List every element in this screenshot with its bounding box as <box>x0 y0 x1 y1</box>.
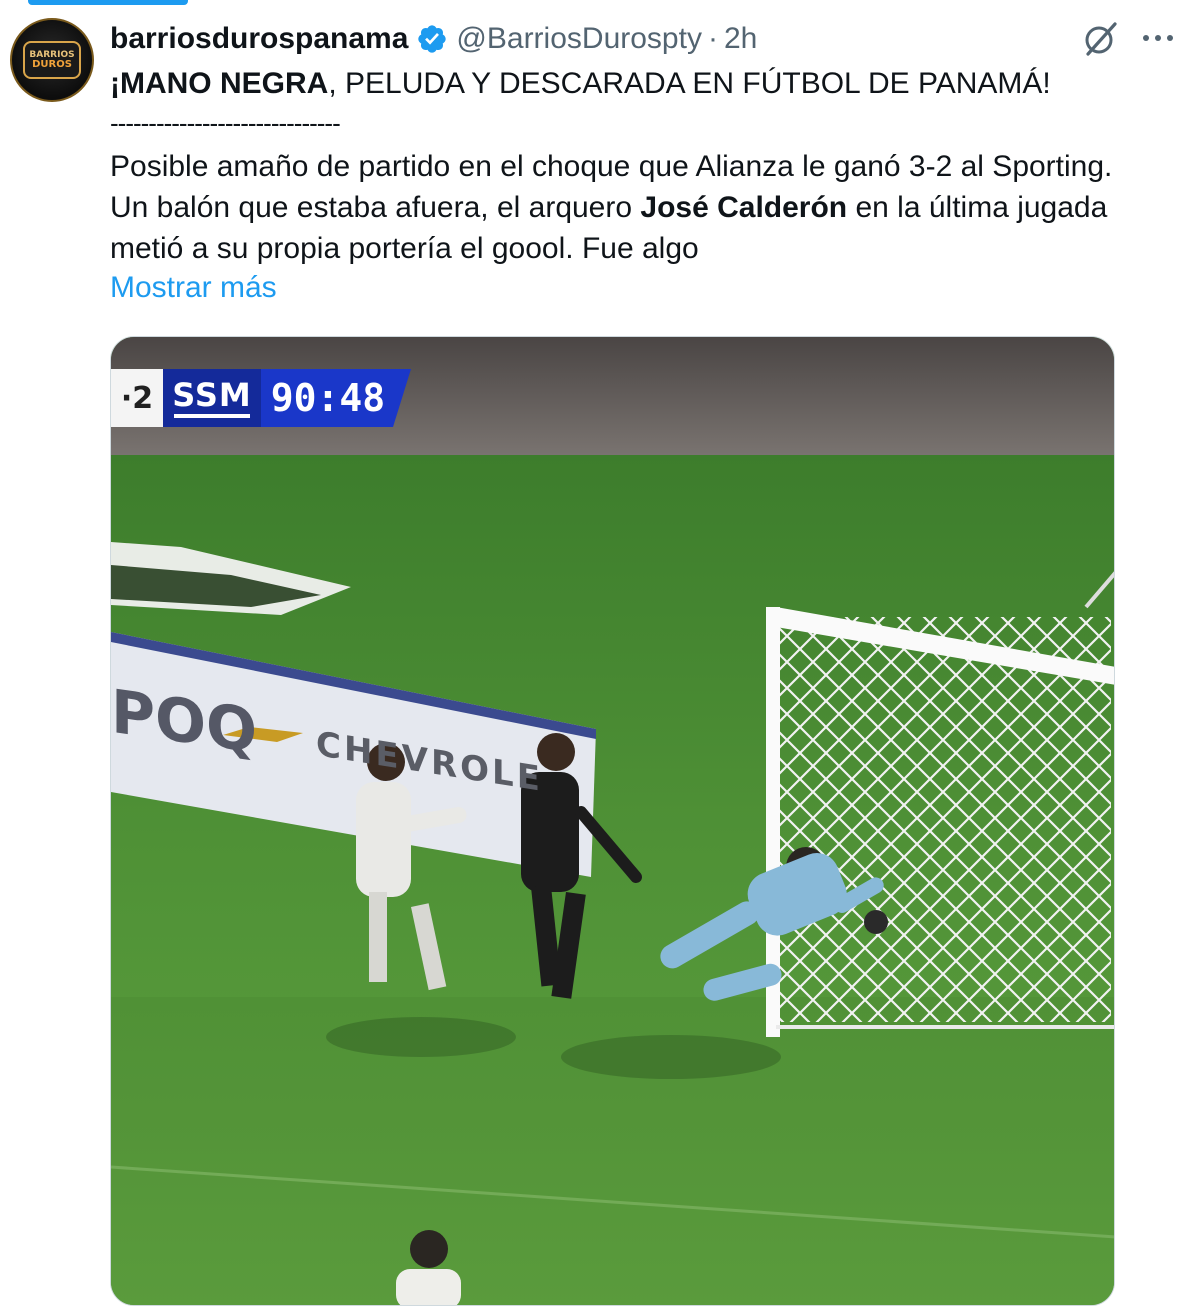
video-media[interactable]: ·2 SSM 90:48 POQ CHEVROLE <box>110 336 1115 1306</box>
post-title: ¡MANO NEGRA, PELUDA Y DESCARADA EN FÚTBO… <box>110 64 1051 104</box>
post-body: Posible amaño de partido en el choque qu… <box>110 146 1180 269</box>
separator-dot: · <box>707 22 718 55</box>
verified-badge-icon[interactable] <box>416 23 448 55</box>
display-name[interactable]: barriosdurospanama <box>110 22 408 56</box>
avatar-text-bottom: DUROS <box>32 58 72 70</box>
avatar[interactable]: BARRIOS DUROS <box>10 18 94 102</box>
match-clock: 90:48 <box>270 376 386 420</box>
body-line-1: Posible amaño de partido en el choque qu… <box>110 150 1113 183</box>
timestamp[interactable]: 2h <box>724 22 757 56</box>
scorebug-score: ·2 <box>111 369 163 427</box>
avatar-logo: BARRIOS DUROS <box>23 41 81 79</box>
goalkeeper-name: José Calderón <box>640 191 848 224</box>
match-scene <box>111 337 1114 1305</box>
show-more-link[interactable]: Mostrar más <box>110 268 277 308</box>
body-line-2-start: Un balón que estaba afuera, el arquero <box>110 191 641 224</box>
scorebug-team-name: SSM <box>172 376 252 414</box>
post-header: barriosdurospanama @BarriosDurospty · 2h <box>110 20 757 58</box>
scorebug-team: SSM <box>163 369 261 427</box>
more-options-icon[interactable] <box>1140 30 1176 46</box>
goal-net <box>776 617 1111 1022</box>
top-accent-bar <box>28 0 188 5</box>
post-title-bold: ¡MANO NEGRA <box>110 67 329 100</box>
body-line-3: metió a su propia portería el goool. Fue… <box>110 232 699 265</box>
post-title-rest: , PELUDA Y DESCARADA EN FÚTBOL DE PANAMÁ… <box>328 67 1051 100</box>
body-line-2: Un balón que estaba afuera, el arquero J… <box>110 187 1180 228</box>
scorebug-team-underline <box>174 414 250 418</box>
text-divider: ------------------------------ <box>110 108 341 138</box>
grok-icon[interactable] <box>1082 20 1120 58</box>
handle[interactable]: @BarriosDurospty <box>456 22 702 56</box>
body-line-2-end: en la última jugada <box>847 191 1108 224</box>
scorebug-clock-box: 90:48 <box>261 369 411 427</box>
scorebug: ·2 SSM 90:48 <box>111 369 411 427</box>
